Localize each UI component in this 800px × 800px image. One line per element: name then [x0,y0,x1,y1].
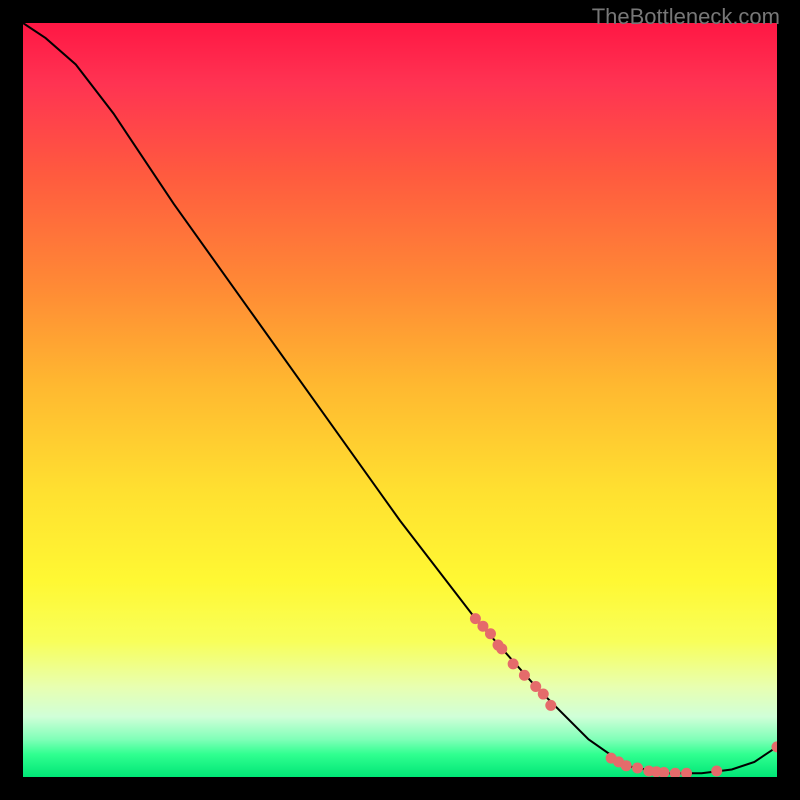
data-point [632,762,643,773]
data-point [496,643,507,654]
data-point [508,658,519,669]
data-point [538,689,549,700]
data-point [711,765,722,776]
curve-path [23,23,777,773]
chart-svg [23,23,777,777]
chart-curve [23,23,777,773]
data-point [670,768,681,777]
data-point [485,628,496,639]
chart-container [23,23,777,777]
data-point [681,768,692,777]
data-point [545,700,556,711]
watermark-text: TheBottleneck.com [592,4,780,30]
data-point [621,760,632,771]
chart-data-points [470,613,777,777]
data-point [519,670,530,681]
